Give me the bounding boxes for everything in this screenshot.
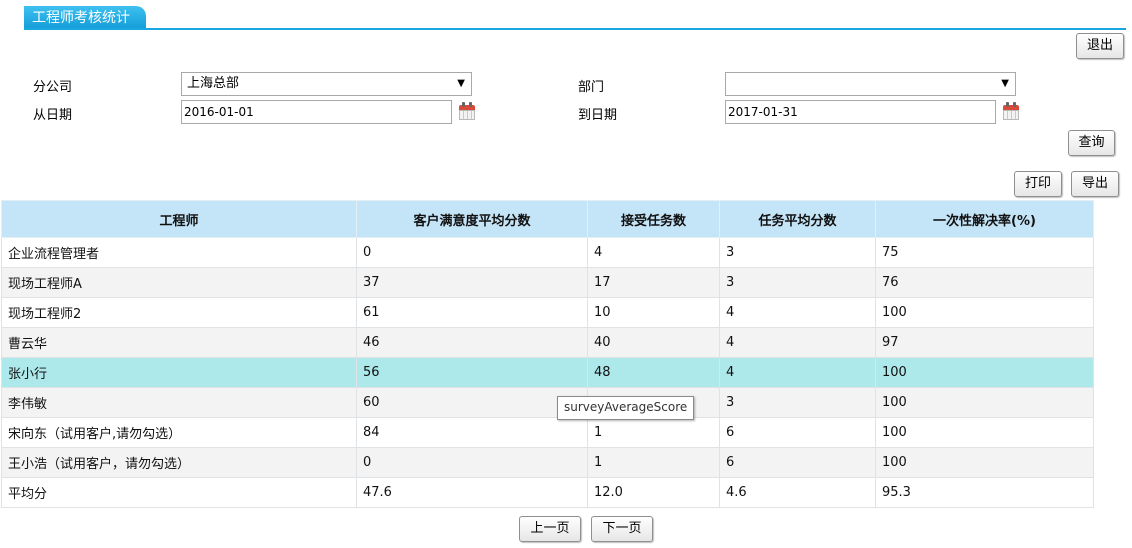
query-button[interactable]: 查询 [1068, 130, 1115, 156]
prev-page-button[interactable]: 上一页 [519, 516, 581, 542]
table-cell: 1 [587, 447, 720, 478]
table-row[interactable]: 现场工程师A 37 17 3 76 [1, 267, 1094, 298]
table-row-average[interactable]: 平均分 47.6 12.0 4.6 95.3 [1, 477, 1094, 508]
table-cell: 企业流程管理者 [1, 237, 357, 268]
table-row[interactable]: 企业流程管理者 0 4 3 75 [1, 237, 1094, 268]
table-cell: 76 [875, 267, 1094, 298]
print-button[interactable]: 打印 [1014, 171, 1062, 197]
table-cell: 平均分 [1, 477, 357, 508]
table-cell: 王小浩（试用客户，请勿勾选） [1, 447, 357, 478]
table-cell: 曹云华 [1, 327, 357, 358]
column-header[interactable]: 客户满意度平均分数 [356, 200, 588, 238]
table-cell: 40 [587, 327, 720, 358]
from-date-label: 从日期 [33, 108, 73, 123]
table-row[interactable]: 现场工程师2 61 10 4 100 [1, 297, 1094, 328]
dept-select[interactable]: ▼ [725, 72, 1016, 96]
table-cell: 4.6 [719, 477, 876, 508]
table-cell: 4 [719, 297, 876, 328]
exit-button[interactable]: 退出 [1076, 33, 1124, 59]
table-cell: 100 [875, 297, 1094, 328]
column-tooltip: surveyAverageScore [557, 396, 695, 420]
table-cell: 3 [719, 267, 876, 298]
table-cell: 46 [356, 327, 588, 358]
stats-table: 工程师 客户满意度平均分数 接受任务数 任务平均分数 一次性解决率(%) 企业流… [1, 200, 1094, 508]
to-date-input[interactable]: 2017-01-31 [725, 100, 996, 124]
table-cell: 47.6 [356, 477, 588, 508]
table-cell: 4 [719, 327, 876, 358]
column-header[interactable]: 工程师 [1, 200, 357, 238]
table-cell: 10 [587, 297, 720, 328]
table-cell: 60 [356, 387, 588, 418]
table-cell: 6 [719, 417, 876, 448]
page-title-tab: 工程师考核统计 [24, 6, 146, 30]
table-cell: 12.0 [587, 477, 720, 508]
table-cell: 宋向东（试用客户,请勿勾选） [1, 417, 357, 448]
table-cell: 75 [875, 237, 1094, 268]
table-cell: 3 [719, 237, 876, 268]
table-row-selected[interactable]: 张小行 56 48 4 100 [1, 357, 1094, 388]
column-header[interactable]: 一次性解决率(%) [875, 200, 1094, 238]
table-cell: 张小行 [1, 357, 357, 388]
table-cell: 100 [875, 357, 1094, 388]
table-cell: 李伟敏 [1, 387, 357, 418]
table-cell: 1 [587, 417, 720, 448]
table-cell: 100 [875, 447, 1094, 478]
table-cell: 4 [587, 237, 720, 268]
dropdown-arrow-icon: ▼ [1001, 78, 1009, 89]
branch-label: 分公司 [33, 80, 73, 95]
branch-select[interactable]: 上海总部 ▼ [181, 72, 472, 96]
table-cell: 56 [356, 357, 588, 388]
table-cell: 3 [719, 387, 876, 418]
column-header[interactable]: 接受任务数 [587, 200, 720, 238]
dropdown-arrow-icon: ▼ [457, 78, 465, 89]
table-cell: 17 [587, 267, 720, 298]
dept-label: 部门 [578, 80, 605, 95]
table-row[interactable]: 王小浩（试用客户，请勿勾选） 0 1 6 100 [1, 447, 1094, 478]
table-cell: 100 [875, 417, 1094, 448]
from-date-input[interactable]: 2016-01-01 [181, 100, 452, 124]
calendar-icon[interactable] [459, 102, 475, 120]
table-cell: 84 [356, 417, 588, 448]
branch-select-value: 上海总部 [187, 76, 240, 91]
export-button[interactable]: 导出 [1071, 171, 1119, 197]
calendar-icon[interactable] [1003, 102, 1019, 120]
table-cell: 现场工程师2 [1, 297, 357, 328]
table-cell: 97 [875, 327, 1094, 358]
table-cell: 37 [356, 267, 588, 298]
table-cell: 95.3 [875, 477, 1094, 508]
table-cell: 6 [719, 447, 876, 478]
table-row[interactable]: 宋向东（试用客户,请勿勾选） 84 1 6 100 [1, 417, 1094, 448]
table-cell: 0 [356, 237, 588, 268]
column-header[interactable]: 任务平均分数 [719, 200, 876, 238]
table-cell: 48 [587, 357, 720, 388]
next-page-button[interactable]: 下一页 [591, 516, 653, 542]
table-cell: 100 [875, 387, 1094, 418]
table-cell: 0 [356, 447, 588, 478]
tab-underline [24, 28, 1126, 30]
to-date-label: 到日期 [578, 108, 618, 123]
table-cell: 4 [719, 357, 876, 388]
title-tab-bar: 工程师考核统计 [0, 0, 1132, 30]
table-cell: 61 [356, 297, 588, 328]
table-row[interactable]: 李伟敏 60 3 100 [1, 387, 1094, 418]
table-cell: 现场工程师A [1, 267, 357, 298]
table-row[interactable]: 曹云华 46 40 4 97 [1, 327, 1094, 358]
table-header-row: 工程师 客户满意度平均分数 接受任务数 任务平均分数 一次性解决率(%) [1, 200, 1094, 238]
